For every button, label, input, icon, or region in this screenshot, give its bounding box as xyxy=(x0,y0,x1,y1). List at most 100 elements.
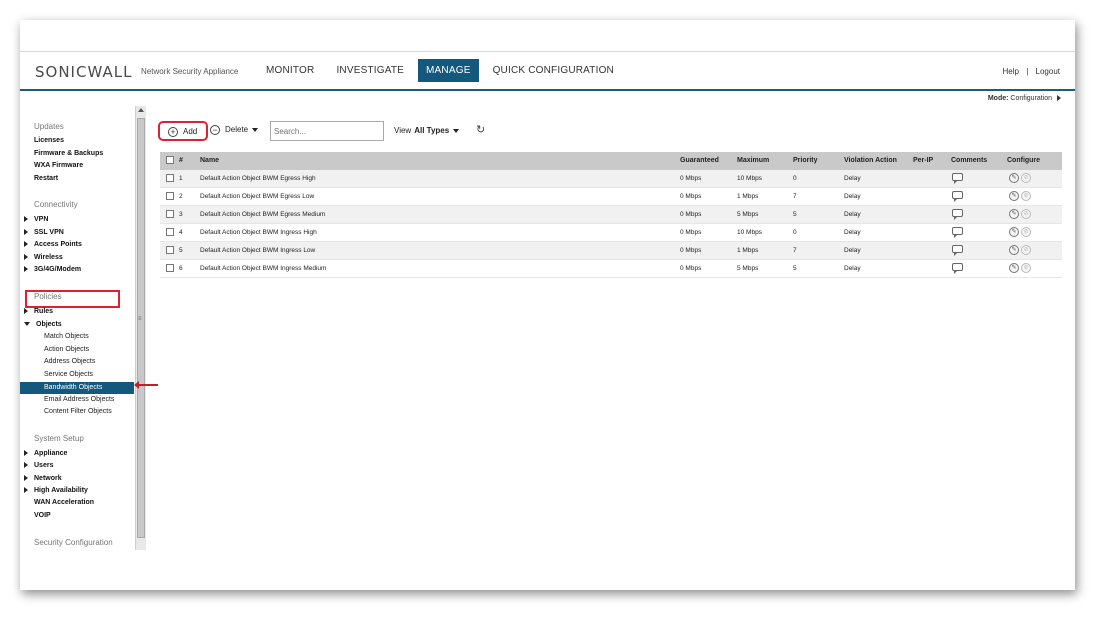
sidebar-item-match-objects[interactable]: Match Objects xyxy=(44,333,89,340)
help-link[interactable]: Help xyxy=(1003,67,1019,76)
col-number: # xyxy=(179,157,183,164)
sidebar-item-licenses[interactable]: Licenses xyxy=(34,137,64,144)
delete-disabled-icon: ⊘ xyxy=(1021,209,1031,219)
comment-icon[interactable] xyxy=(952,263,963,274)
row-priority: 5 xyxy=(793,265,797,272)
comment-icon[interactable] xyxy=(952,245,963,256)
table-row[interactable]: 4 Default Action Object BWM Ingress High 0… xyxy=(160,224,1062,242)
section-policies: Policies xyxy=(34,292,62,301)
edit-icon[interactable]: ✎ xyxy=(1009,191,1019,201)
sidebar-item-bandwidth-objects[interactable]: Bandwidth Objects xyxy=(20,382,134,394)
comment-icon[interactable] xyxy=(952,227,963,238)
sidebar-item-service-objects[interactable]: Service Objects xyxy=(44,371,93,378)
table-row[interactable]: 3 Default Action Object BWM Egress Medium… xyxy=(160,206,1062,224)
sidebar-item-users[interactable]: Users xyxy=(24,462,53,469)
row-checkbox[interactable] xyxy=(166,246,174,254)
section-updates: Updates xyxy=(34,122,64,131)
sidebar-item-label: Appliance xyxy=(34,450,68,457)
sidebar-item-content-filter-objects[interactable]: Content Filter Objects xyxy=(44,408,112,415)
add-button[interactable]: + Add xyxy=(158,121,208,141)
sidebar-item-action-objects[interactable]: Action Objects xyxy=(44,346,89,353)
row-maximum: 10 Mbps xyxy=(737,229,762,236)
row-checkbox[interactable] xyxy=(166,228,174,236)
comment-icon[interactable] xyxy=(952,173,963,184)
sidebar-scrollbar[interactable]: ≡ xyxy=(135,106,146,550)
row-maximum: 5 Mbps xyxy=(737,265,759,272)
refresh-icon[interactable]: ↻ xyxy=(476,123,485,136)
mode-selector[interactable]: Mode: Configuration xyxy=(988,95,1061,102)
col-name[interactable]: Name xyxy=(200,157,219,164)
col-per-ip[interactable]: Per-IP xyxy=(913,157,933,164)
appliance-label: Network Security Appliance xyxy=(141,67,239,76)
row-checkbox[interactable] xyxy=(166,192,174,200)
comment-icon[interactable] xyxy=(952,191,963,202)
col-violation-action[interactable]: Violation Action xyxy=(844,157,897,164)
sidebar-item-ssl-vpn[interactable]: SSL VPN xyxy=(24,229,64,236)
row-checkbox[interactable] xyxy=(166,174,174,182)
col-maximum[interactable]: Maximum xyxy=(737,157,769,164)
edit-icon[interactable]: ✎ xyxy=(1009,209,1019,219)
table-row[interactable]: 5 Default Action Object BWM Ingress Low 0 … xyxy=(160,242,1062,260)
edit-icon[interactable]: ✎ xyxy=(1009,263,1019,273)
row-checkbox[interactable] xyxy=(166,210,174,218)
sidebar-item-email-address-objects[interactable]: Email Address Objects xyxy=(44,396,114,403)
section-security-configuration: Security Configuration xyxy=(34,538,113,547)
col-configure: Configure xyxy=(1007,157,1041,164)
delete-label: Delete xyxy=(225,125,249,135)
view-filter[interactable]: View All Types xyxy=(394,126,460,135)
col-priority[interactable]: Priority xyxy=(793,157,818,164)
sidebar-item-wan-acceleration[interactable]: WAN Acceleration xyxy=(34,499,94,506)
sidebar-item-label: Wireless xyxy=(34,254,63,261)
sidebar-item-wireless[interactable]: Wireless xyxy=(24,254,63,261)
col-guaranteed[interactable]: Guaranteed xyxy=(680,157,719,164)
sidebar-item-label: 3G/4G/Modem xyxy=(34,266,82,273)
sidebar-item-objects[interactable]: Objects xyxy=(24,321,62,328)
table-row[interactable]: 2 Default Action Object BWM Egress Low 0 M… xyxy=(160,188,1062,206)
nav-investigate[interactable]: INVESTIGATE xyxy=(328,59,412,82)
sidebar-item-firmware-backups[interactable]: Firmware & Backups xyxy=(34,150,103,157)
sidebar-item-high-availability[interactable]: High Availability xyxy=(24,487,88,494)
sidebar-item-wxa-firmware[interactable]: WXA Firmware xyxy=(34,162,83,169)
edit-icon[interactable]: ✎ xyxy=(1009,245,1019,255)
comment-icon[interactable] xyxy=(952,209,963,220)
row-priority: 0 xyxy=(793,229,797,236)
scroll-up-icon[interactable] xyxy=(138,108,144,112)
sidebar-item-vpn[interactable]: VPN xyxy=(24,216,48,223)
sidebar-item-rules[interactable]: Rules xyxy=(24,308,53,315)
nav-quick-configuration[interactable]: QUICK CONFIGURATION xyxy=(485,59,622,82)
chevron-down-icon xyxy=(453,128,460,133)
row-guaranteed: 0 Mbps xyxy=(680,175,702,182)
nav-manage[interactable]: MANAGE xyxy=(418,59,479,82)
view-label: View xyxy=(394,126,412,135)
row-number: 6 xyxy=(179,265,183,272)
select-all-checkbox[interactable] xyxy=(166,156,174,164)
table-row[interactable]: 1 Default Action Object BWM Egress High 0 … xyxy=(160,170,1062,188)
sidebar-item-network[interactable]: Network xyxy=(24,475,62,482)
add-label: Add xyxy=(183,127,198,137)
sidebar-item-label: Network xyxy=(34,475,62,482)
sidebar-item-3g4g-modem[interactable]: 3G/4G/Modem xyxy=(24,266,81,273)
scroll-thumb[interactable] xyxy=(137,118,145,538)
sidebar-item-appliance[interactable]: Appliance xyxy=(24,450,67,457)
sidebar-item-access-points[interactable]: Access Points xyxy=(24,241,82,248)
table-row[interactable]: 6 Default Action Object BWM Ingress Mediu… xyxy=(160,260,1062,278)
row-checkbox[interactable] xyxy=(166,264,174,272)
row-maximum: 10 Mbps xyxy=(737,175,762,182)
nav-monitor[interactable]: MONITOR xyxy=(258,59,322,82)
search-input[interactable] xyxy=(270,121,384,141)
edit-icon[interactable]: ✎ xyxy=(1009,227,1019,237)
row-violation-action: Delay xyxy=(844,265,861,272)
edit-icon[interactable]: ✎ xyxy=(1009,173,1019,183)
row-violation-action: Delay xyxy=(844,193,861,200)
delete-button[interactable]: − Delete xyxy=(210,125,259,135)
row-violation-action: Delay xyxy=(844,247,861,254)
logout-link[interactable]: Logout xyxy=(1036,67,1060,76)
mode-label: Mode: xyxy=(987,95,1009,102)
sidebar-item-voip[interactable]: VOIP xyxy=(34,512,51,519)
sidebar-item-restart[interactable]: Restart xyxy=(34,175,58,182)
row-name: Default Action Object BWM Egress Medium xyxy=(200,211,326,218)
delete-disabled-icon: ⊘ xyxy=(1021,245,1031,255)
sidebar-item-address-objects[interactable]: Address Objects xyxy=(44,358,95,365)
row-number: 2 xyxy=(179,193,183,200)
minus-circle-icon: − xyxy=(210,125,220,135)
